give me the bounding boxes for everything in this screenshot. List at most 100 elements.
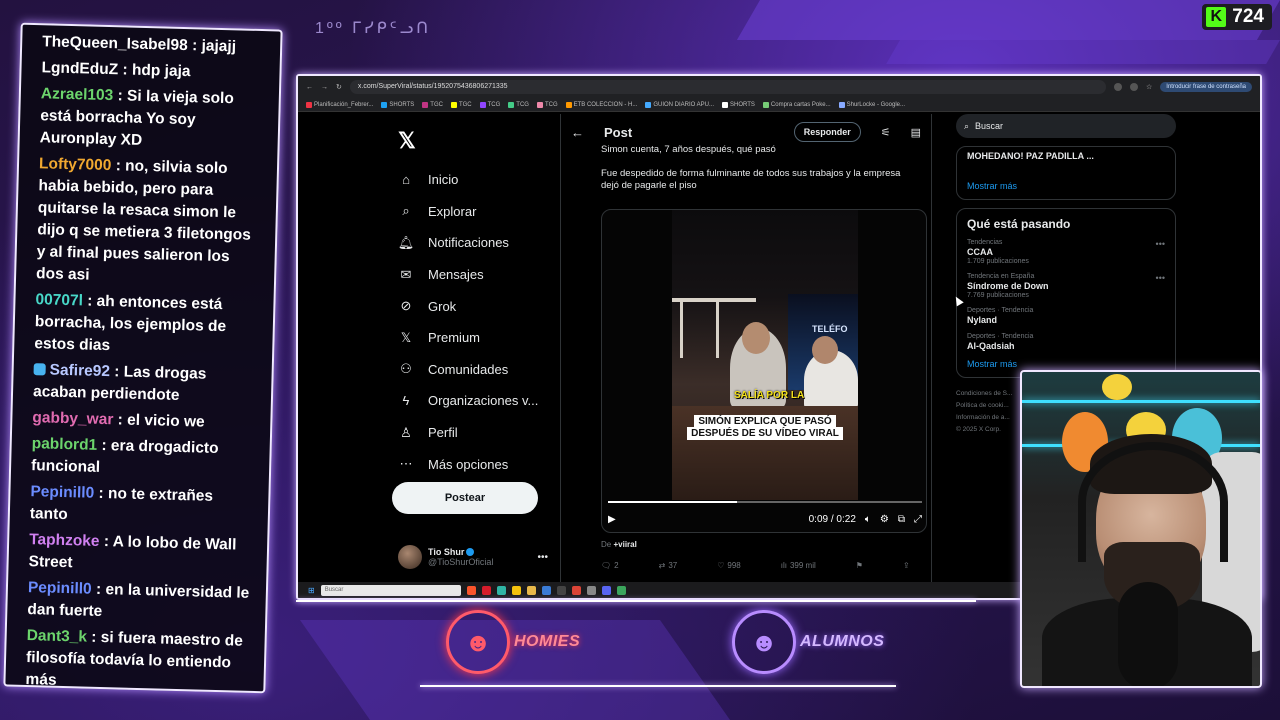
chat-username[interactable]: Lofty7000 <box>39 155 112 174</box>
reload-icon[interactable]: ↻ <box>336 83 342 91</box>
nav-item-inicio[interactable]: ⌂ Inicio <box>390 164 560 196</box>
nav-item-grok[interactable]: ⊘ Grok <box>390 290 560 322</box>
nav-item-premium[interactable]: 𝕏 Premium <box>390 322 560 354</box>
pip-icon[interactable]: ⧉ <box>898 514 905 525</box>
trending-card: Qué está pasando Tendencias CCAA 1.709 pub… <box>956 208 1176 378</box>
nav-item-m-s-opciones[interactable]: ⋯ Más opciones <box>390 448 560 480</box>
x-nav-list: ⌂ Inicio ⌕ Explorar 🔔︎ Notificaciones ✉ Mensaje… <box>390 164 560 480</box>
bookmark-item[interactable]: TGC <box>450 101 472 108</box>
trend-name: Al-Qadsiah <box>967 341 1015 351</box>
avatar <box>398 545 422 569</box>
video-progress-bar[interactable] <box>608 501 922 503</box>
trend-name: Nyland <box>967 315 998 325</box>
bookmark-item[interactable]: GUION DIARIO APU... <box>645 101 714 108</box>
bookmark-favicon-icon <box>762 101 769 108</box>
back-arrow-icon[interactable]: ← <box>571 125 584 140</box>
trend-item[interactable]: Tendencias CCAA 1.709 publicaciones ••• <box>967 239 1165 265</box>
chat-username[interactable]: Safire92 <box>49 362 110 381</box>
account-switcher[interactable]: Tio Shur @TioShurOficial ••• <box>398 542 548 572</box>
trend-item[interactable]: Deportes · Tendencia Al-Qadsiah <box>967 333 1165 351</box>
bookmark-star-icon[interactable]: ☆ <box>1146 83 1152 91</box>
app-icon[interactable] <box>616 585 626 595</box>
fullscreen-icon[interactable]: ⤢ <box>914 514 922 525</box>
edge-icon[interactable] <box>496 585 506 595</box>
reply-button[interactable]: Responder <box>793 122 861 142</box>
repost-action[interactable]: ⇄ 37 <box>659 561 678 570</box>
bookmark-item[interactable]: Planificación_Febrer... <box>306 101 374 108</box>
share-icon[interactable]: ⇪ <box>903 561 910 570</box>
chat-username[interactable]: Dant3_k <box>26 627 87 646</box>
forward-icon[interactable]: → <box>321 84 328 91</box>
chrome-icon[interactable] <box>511 585 521 595</box>
chat-username[interactable]: gabby_war <box>32 409 113 428</box>
x-logo-icon[interactable]: 𝕏 <box>398 128 560 154</box>
bookmark-item[interactable]: ETB COLECCION - H... <box>565 101 637 108</box>
chat-username[interactable]: 00707l <box>35 291 83 309</box>
nav-item-perfil[interactable]: ♙ Perfil <box>390 417 560 449</box>
zoom-icon[interactable] <box>1130 83 1138 91</box>
trend-item[interactable]: Tendencia en España Síndrome de Down 7.769… <box>967 273 1165 299</box>
source-user[interactable]: +viiral <box>613 540 636 549</box>
reply-action[interactable]: 🗨︎ 2 <box>601 561 619 570</box>
opera-icon[interactable] <box>481 585 491 595</box>
bookmark-item[interactable]: TCG <box>479 101 500 108</box>
webcam-overlay <box>1020 370 1262 688</box>
nav-item-mensajes[interactable]: ✉ Mensajes <box>390 259 560 291</box>
gear-icon[interactable]: ⚙ <box>880 514 889 525</box>
store-icon[interactable] <box>541 585 551 595</box>
chat-username[interactable]: Pepinill0 <box>30 483 94 502</box>
taskbar-search[interactable]: Buscar <box>320 584 461 596</box>
nav-item-organizaciones-v[interactable]: ϟ Organizaciones v... <box>390 385 560 417</box>
verified-icon <box>466 548 475 556</box>
bookmark-label: Planificación_Febrer... <box>314 101 374 108</box>
trend-item[interactable]: Deportes · Tendencia Nyland <box>967 307 1165 325</box>
settings-sliders-icon[interactable]: ⚟ <box>881 126 891 139</box>
chat-username[interactable]: TheQueen_Isabel98 <box>42 33 188 54</box>
search-input[interactable]: ⌕ Buscar <box>956 114 1176 138</box>
show-more-link[interactable]: Mostrar más <box>967 181 1165 191</box>
chat-username[interactable]: pablord1 <box>31 435 97 454</box>
settings-icon[interactable] <box>586 585 596 595</box>
show-more-trends-link[interactable]: Mostrar más <box>967 359 1165 369</box>
chat-username[interactable]: Pepinill0 <box>28 579 92 598</box>
password-chip[interactable]: Introducir frase de contraseña <box>1160 82 1252 92</box>
chat-username[interactable]: Taphzoke <box>29 531 100 550</box>
more-icon[interactable]: ••• <box>1156 273 1165 283</box>
reader-icon[interactable]: ▤ <box>911 126 921 139</box>
nav-item-notificaciones[interactable]: 🔔︎ Notificaciones <box>390 227 560 259</box>
address-bar[interactable]: x.com/SuperViral/status/1952075436806271… <box>349 80 1106 94</box>
bookmark-label: SHORTS <box>389 101 415 108</box>
windows-start-icon[interactable]: ⊞ <box>308 586 315 595</box>
bookmark-item[interactable]: TCG <box>536 101 558 108</box>
back-icon[interactable]: ← <box>306 84 313 91</box>
bookmark-label: Compra cartas Poke... <box>770 101 831 108</box>
bookmark-icon[interactable]: ⚑ <box>856 561 863 570</box>
bookmark-item[interactable]: TCG <box>508 101 529 108</box>
bookmark-item[interactable]: SHORTS <box>722 101 755 108</box>
suggested-user[interactable]: MOHEDANO! PAZ PADILLA ... <box>967 151 1165 161</box>
obs-icon[interactable] <box>556 585 566 595</box>
more-icon[interactable]: ••• <box>1156 239 1165 249</box>
volume-icon[interactable]: 🔈︎ <box>865 514 871 525</box>
chat-username[interactable]: Azrael103 <box>41 85 114 104</box>
brave-icon[interactable] <box>466 585 476 595</box>
bolt-icon: ϟ <box>402 393 410 409</box>
nav-item-comunidades[interactable]: ⚇ Comunidades <box>390 354 560 386</box>
post-button[interactable]: Postear <box>392 482 538 514</box>
bookmark-item[interactable]: Compra cartas Poke... <box>762 101 831 108</box>
chrome-icon[interactable] <box>571 585 581 595</box>
bookmark-item[interactable]: ShurLocke - Google... <box>838 101 905 108</box>
views-action[interactable]: ılı 399 mil <box>781 561 816 570</box>
nav-item-explorar[interactable]: ⌕ Explorar <box>390 196 560 228</box>
like-action[interactable]: ♡ 998 <box>717 561 741 570</box>
bookmark-item[interactable]: SHORTS <box>381 101 415 108</box>
video-player[interactable]: TELÉFO SALÍA POR LA SIMÓN EXPLICA QUE PA… <box>601 209 927 533</box>
discord-icon[interactable] <box>601 585 611 595</box>
folder-icon[interactable] <box>526 585 536 595</box>
chart-icon: ılı <box>780 561 787 570</box>
bookmark-item[interactable]: TGC <box>422 101 443 108</box>
extension-icon[interactable] <box>1114 83 1122 91</box>
play-icon[interactable]: ▶ <box>608 514 616 525</box>
more-icon[interactable]: ••• <box>537 552 548 563</box>
chat-username[interactable]: LgndEduZ <box>41 59 118 78</box>
